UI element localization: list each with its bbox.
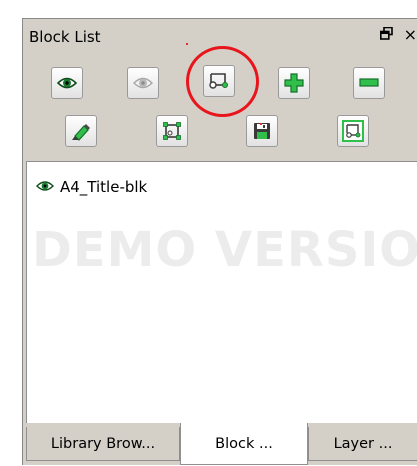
- save-block-as-button[interactable]: [337, 115, 369, 147]
- tab-label: Layer ...: [333, 435, 393, 452]
- save-block-button[interactable]: [246, 115, 278, 147]
- hide-block-button[interactable]: [127, 67, 159, 99]
- eye-icon[interactable]: [36, 177, 54, 196]
- minus-icon: [359, 78, 379, 88]
- remove-block-button[interactable]: [353, 67, 385, 99]
- demo-watermark: DEMO VERSION: [32, 222, 417, 278]
- pencil-icon: [70, 121, 92, 141]
- panel-title: Block List: [29, 28, 101, 46]
- save-as-icon: [342, 120, 364, 142]
- show-block-button[interactable]: [51, 67, 83, 99]
- create-block-button[interactable]: [156, 115, 188, 147]
- eye-icon: [57, 76, 77, 90]
- save-icon: [253, 122, 271, 140]
- block-list[interactable]: DEMO VERSION A4_Title-blk: [26, 161, 417, 423]
- restore-icon[interactable]: [380, 26, 393, 44]
- highlight-ring: [186, 46, 259, 117]
- add-block-button[interactable]: [278, 67, 310, 99]
- block-name: A4_Title-blk: [60, 177, 148, 196]
- edit-block-button[interactable]: [65, 115, 97, 147]
- tab-label: Library Brow...: [50, 435, 156, 452]
- panel-tabs: Library Brow... Block ... Layer ...: [23, 423, 417, 466]
- tab-library-browser[interactable]: Library Brow...: [26, 427, 180, 461]
- close-icon[interactable]: ×: [404, 25, 417, 44]
- tab-layer[interactable]: Layer ...: [308, 427, 417, 461]
- block-list-panel: Block List × DEMO VERSIO A4_Title-blk Li…: [22, 18, 417, 465]
- create-block-icon: [162, 121, 182, 141]
- eye-icon: [133, 76, 153, 90]
- list-item[interactable]: A4_Title-blk: [36, 177, 147, 196]
- red-pixel-marker: [186, 43, 188, 45]
- plus-icon: [284, 73, 304, 93]
- tab-label: Block ...: [215, 435, 273, 452]
- tab-block-list[interactable]: Block ...: [180, 423, 308, 465]
- red-pixel-marker: [260, 123, 262, 125]
